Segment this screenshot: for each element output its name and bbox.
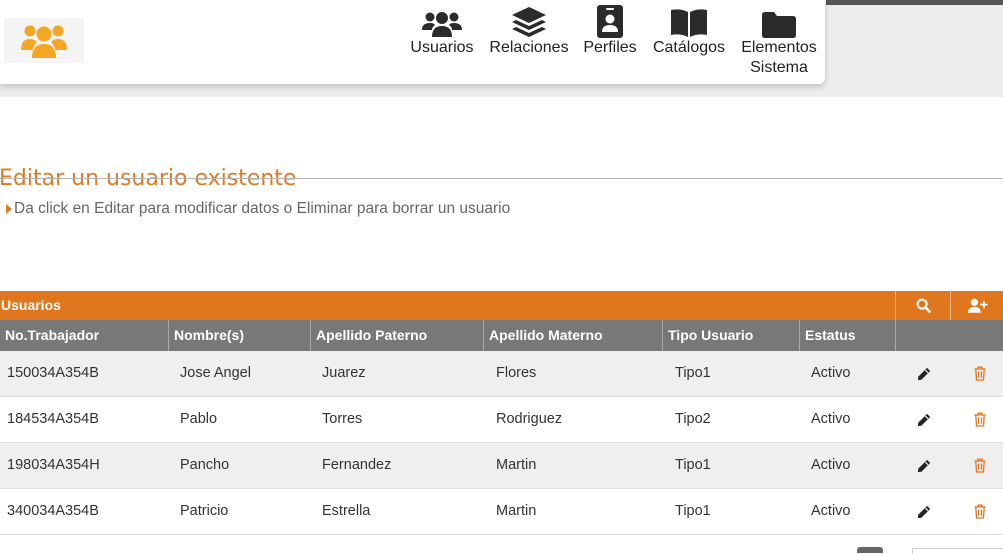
nav-item-relaciones[interactable]: Relaciones: [488, 4, 570, 58]
table-cell: Activo: [811, 365, 851, 381]
table-title-bar: Usuarios: [0, 291, 1003, 320]
nav-label: Relaciones: [489, 39, 569, 56]
pencil-icon: [917, 505, 931, 518]
edit-button[interactable]: [904, 443, 944, 488]
table-row: 340034A354B Patricio Estrella Martin Tipo1 Ac…: [0, 489, 1003, 535]
table-row: 198034A354H Pancho Fernandez Martin Tipo1 Act…: [0, 443, 1003, 489]
column-header[interactable]: Nombre(s): [169, 320, 311, 351]
add-user-button[interactable]: [950, 291, 1003, 320]
table-cell: Activo: [811, 503, 851, 519]
pencil-icon: [917, 367, 931, 380]
table-cell: Patricio: [180, 503, 229, 519]
caret-right-icon: [6, 204, 12, 214]
table-cell: Martin: [496, 503, 537, 519]
trash-icon: [974, 366, 986, 381]
table-cell: 184534A354B: [7, 411, 99, 427]
column-header[interactable]: Estatus: [800, 320, 896, 351]
table-title: Usuarios: [1, 297, 61, 313]
search-icon: [916, 298, 931, 313]
pencil-icon: [917, 459, 931, 472]
trash-icon: [974, 504, 986, 519]
table-cell: 150034A354B: [7, 365, 99, 381]
edit-button[interactable]: [904, 397, 944, 442]
nav-item-perfiles[interactable]: Perfiles: [582, 4, 638, 58]
table-cell: Tipo1: [675, 457, 711, 473]
table-header: No.Trabajador Nombre(s) Apellido Paterno…: [0, 320, 1003, 351]
pencil-icon: [917, 413, 931, 426]
table-cell: Rodriguez: [496, 411, 563, 427]
trash-icon: [974, 458, 986, 473]
column-header[interactable]: Tipo Usuario: [663, 320, 800, 351]
edit-button[interactable]: [904, 489, 944, 534]
edit-button[interactable]: [904, 351, 944, 396]
table-cell: Pancho: [180, 457, 230, 473]
users-table: Usuarios No.Trabajador Nombre(s) Apellid…: [0, 291, 1003, 535]
table-cell: Flores: [496, 365, 537, 381]
table-cell: Activo: [811, 411, 851, 427]
column-header[interactable]: Apellido Paterno: [311, 320, 484, 351]
table-cell: Estrella: [322, 503, 371, 519]
delete-button[interactable]: [960, 489, 1000, 534]
table-row: 150034A354B Jose Angel Juarez Flores Tipo1 Ac…: [0, 351, 1003, 397]
pagination-control[interactable]: [857, 547, 883, 553]
user-plus-icon: [968, 298, 988, 313]
nav-item-catalogos[interactable]: Catálogos: [651, 4, 727, 58]
instructions: Da click en Editar para modificar datos …: [6, 200, 510, 218]
book-icon: [651, 4, 727, 38]
table-row: 184534A354B Pablo Torres Rodriguez Tipo2 Acti…: [0, 397, 1003, 443]
table-cell: Tipo1: [675, 365, 711, 381]
table-cell: 340034A354B: [7, 503, 99, 519]
id-badge-icon: [582, 4, 638, 38]
column-header[interactable]: Apellido Materno: [484, 320, 663, 351]
nav-label: Perfiles: [583, 39, 637, 56]
trash-icon: [974, 412, 986, 427]
table-body: 150034A354B Jose Angel Juarez Flores Tipo1 Ac…: [0, 351, 1003, 535]
instructions-text: Da click en Editar para modificar datos …: [14, 200, 511, 217]
table-cell: Activo: [811, 457, 851, 473]
table-cell: Pablo: [180, 411, 218, 427]
nav-item-usuarios[interactable]: Usuarios: [409, 4, 475, 58]
folder-icon: [739, 4, 819, 38]
delete-button[interactable]: [960, 351, 1000, 396]
nav-bar: Usuarios Relaciones Perfiles Catálogos E…: [0, 0, 825, 84]
nav-label: Usuarios: [410, 39, 474, 56]
users-icon: [409, 4, 475, 38]
nav-item-elementos-sistema[interactable]: Elementos Sistema: [739, 4, 819, 78]
top-divider: [826, 0, 1003, 5]
app-logo[interactable]: [4, 18, 84, 63]
table-cell: Torres: [322, 411, 363, 427]
delete-button[interactable]: [960, 397, 1000, 442]
column-header[interactable]: No.Trabajador: [0, 320, 169, 351]
nav-label: Catálogos: [652, 39, 726, 56]
pagination-select[interactable]: [912, 548, 1003, 554]
table-cell: Juarez: [322, 365, 366, 381]
table-cell: 198034A354H: [7, 457, 100, 473]
table-cell: Jose Angel: [180, 365, 251, 381]
users-logo-icon: [21, 25, 67, 58]
table-cell: Fernandez: [322, 457, 392, 473]
title-divider: [0, 178, 1003, 179]
table-cell: Tipo2: [675, 411, 711, 427]
search-button[interactable]: [895, 291, 950, 320]
table-cell: Tipo1: [675, 503, 711, 519]
layers-icon: [488, 4, 570, 38]
table-cell: Martin: [496, 457, 537, 473]
nav-label: Elementos Sistema: [741, 39, 817, 76]
delete-button[interactable]: [960, 443, 1000, 488]
